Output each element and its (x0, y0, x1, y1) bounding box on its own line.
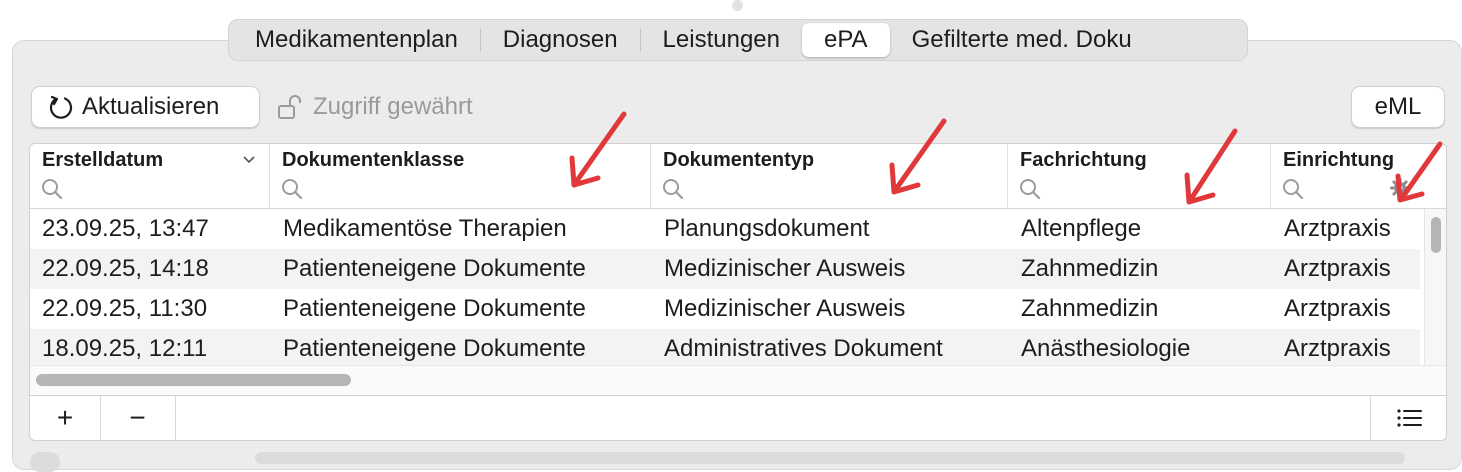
column-header-erstelldatum[interactable]: Erstelldatum (30, 144, 270, 208)
cell-einrichtung: Arztpraxis (1284, 255, 1391, 282)
list-options-button[interactable] (1370, 396, 1449, 440)
vertical-scrollbar[interactable] (1424, 209, 1446, 365)
tab-medikamentenplan[interactable]: Medikamentenplan (233, 23, 480, 57)
access-status: Zugriff gewährt (277, 93, 473, 121)
annotation-arrow-icon (569, 111, 627, 188)
search-icon[interactable] (280, 177, 304, 201)
cell-fachrichtung: Zahnmedizin (1021, 255, 1159, 282)
remove-row-button[interactable]: − (100, 396, 176, 440)
tab-gefilterte-med-doku[interactable]: Gefilterte med. Doku (890, 23, 1154, 57)
cell-dokumententyp: Planungsdokument (664, 215, 870, 242)
cell-fachrichtung: Zahnmedizin (1021, 295, 1159, 322)
horizontal-scrollbar[interactable] (30, 365, 1446, 394)
cell-dokumententyp: Administratives Dokument (664, 335, 943, 362)
tab-epa[interactable]: ePA (801, 23, 890, 57)
cell-erstelldatum: 22.09.25, 11:30 (42, 295, 208, 322)
bottom-control-edge (30, 452, 60, 472)
cell-einrichtung: Arztpraxis (1284, 295, 1391, 322)
cell-erstelldatum: 22.09.25, 14:18 (42, 255, 209, 282)
search-icon[interactable] (40, 177, 64, 201)
access-label: Zugriff gewährt (313, 93, 473, 120)
cell-dokumentenklasse: Patienteneigene Dokumente (283, 335, 586, 362)
table-bottom-bar: + − (29, 396, 1447, 441)
cell-dokumententyp: Medizinischer Ausweis (664, 295, 906, 322)
cell-dokumententyp: Medizinischer Ausweis (664, 255, 906, 282)
table-row[interactable]: 22.09.25, 14:18 Patienteneigene Dokument… (30, 249, 1420, 289)
table-row[interactable]: 22.09.25, 11:30 Patienteneigene Dokument… (30, 289, 1420, 329)
vertical-scroll-thumb[interactable] (1431, 217, 1441, 253)
bottom-control-edge (255, 452, 1405, 464)
cell-fachrichtung: Altenpflege (1021, 215, 1142, 242)
eml-button[interactable]: eML (1351, 86, 1445, 128)
cell-dokumentenklasse: Patienteneigene Dokumente (283, 255, 586, 282)
cell-erstelldatum: 23.09.25, 13:47 (42, 215, 209, 242)
cell-einrichtung: Arztpraxis (1284, 335, 1391, 362)
table-row[interactable]: 23.09.25, 13:47 Medikamentöse Therapien … (30, 209, 1420, 249)
tab-diagnosen[interactable]: Diagnosen (481, 23, 640, 57)
chevron-down-icon (243, 156, 255, 164)
annotation-arrow-icon (1395, 141, 1443, 203)
list-icon (1397, 409, 1422, 427)
segmented-tab-bar: Medikamentenplan Diagnosen Leistungen eP… (228, 19, 1248, 61)
annotation-arrow-icon (1184, 128, 1238, 205)
annotation-arrow-icon (889, 118, 947, 195)
search-icon[interactable] (1018, 177, 1042, 201)
window-drag-dot (732, 0, 743, 11)
cell-dokumentenklasse: Patienteneigene Dokumente (283, 295, 586, 322)
unlock-icon (277, 93, 305, 121)
cell-fachrichtung: Anästhesiologie (1021, 335, 1191, 362)
cell-einrichtung: Arztpraxis (1284, 215, 1391, 242)
search-icon[interactable] (661, 177, 685, 201)
tab-leistungen[interactable]: Leistungen (641, 23, 802, 57)
add-row-button[interactable]: + (30, 396, 101, 440)
cell-erstelldatum: 18.09.25, 12:11 (42, 335, 208, 362)
search-icon[interactable] (1281, 177, 1305, 201)
refresh-button[interactable]: Aktualisieren (31, 86, 260, 128)
refresh-label: Aktualisieren (82, 93, 220, 120)
refresh-icon (48, 94, 74, 120)
cell-dokumentenklasse: Medikamentöse Therapien (283, 215, 567, 242)
horizontal-scroll-thumb[interactable] (36, 374, 351, 386)
table-row[interactable]: 18.09.25, 12:11 Patienteneigene Dokument… (30, 329, 1420, 369)
